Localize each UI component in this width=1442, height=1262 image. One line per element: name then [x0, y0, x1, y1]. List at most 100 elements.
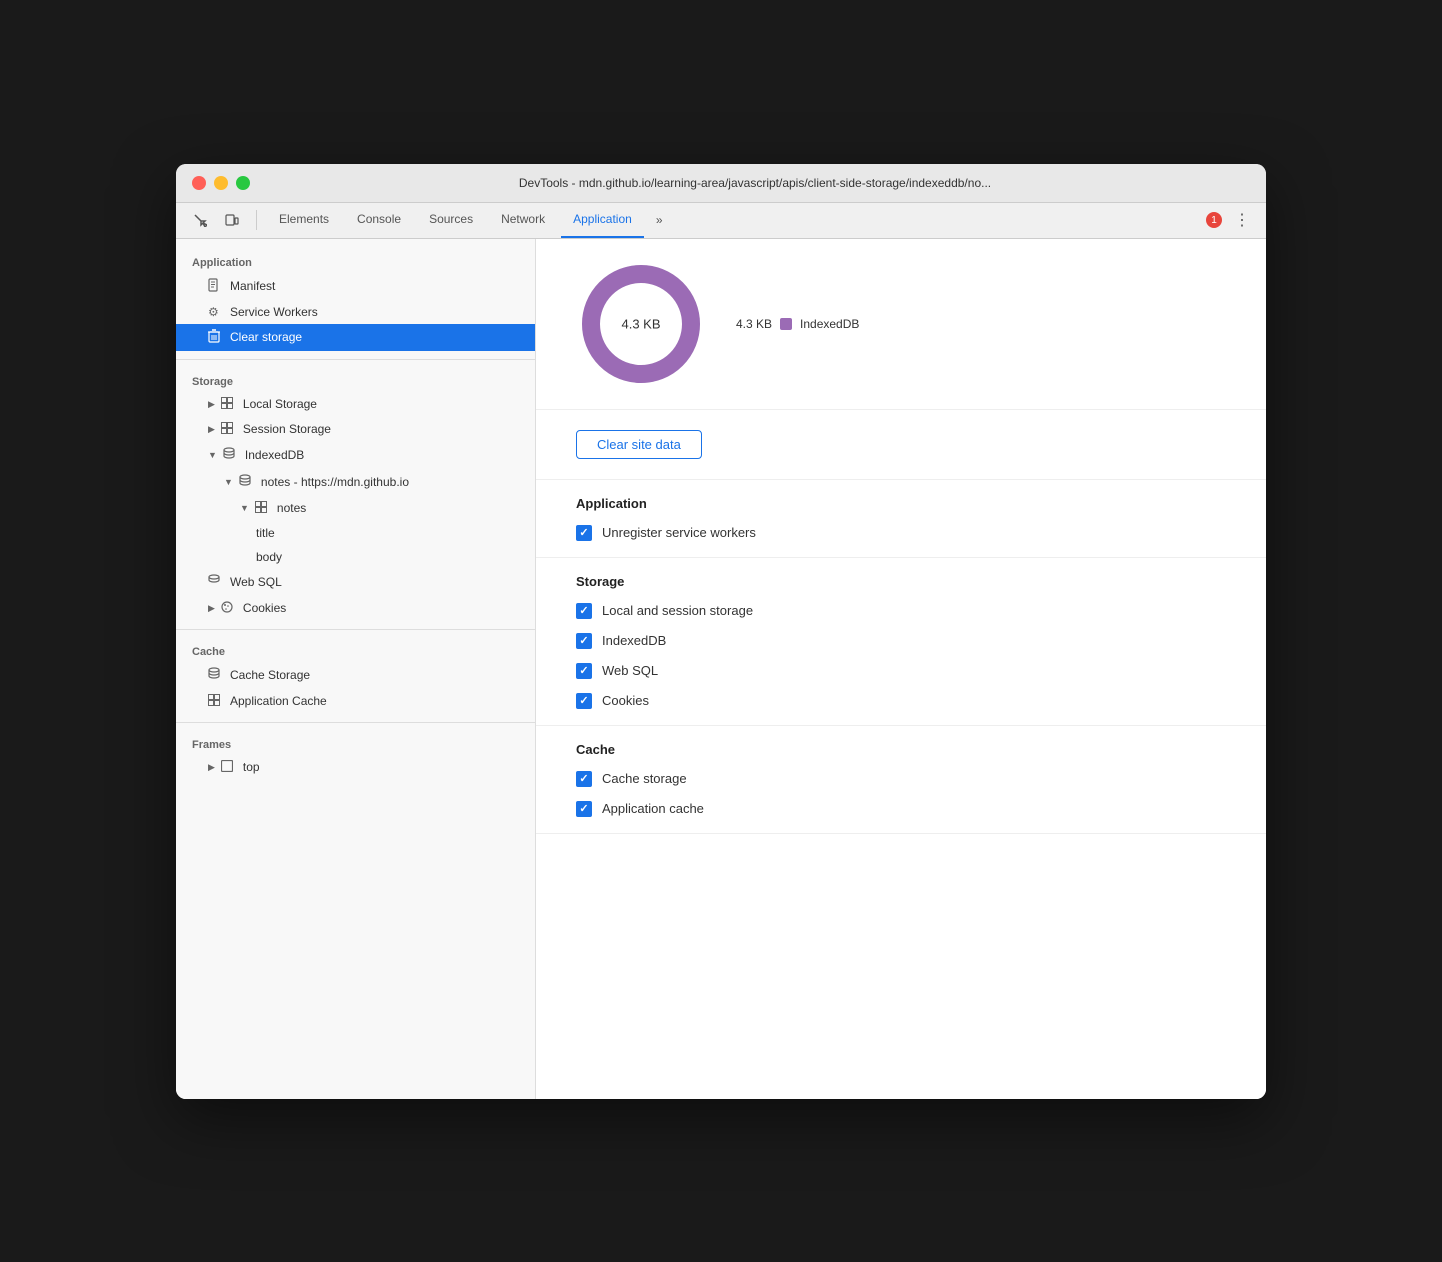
- sidebar: Application Manifest ⚙ Service Workers C…: [176, 239, 536, 1099]
- service-workers-label: Service Workers: [230, 305, 318, 319]
- sidebar-item-title-field[interactable]: title: [176, 521, 535, 545]
- title-bar: DevTools - mdn.github.io/learning-area/j…: [176, 164, 1266, 203]
- checkbox-indexeddb[interactable]: IndexedDB: [576, 633, 1226, 649]
- chevron-right-icon: ▶: [208, 762, 215, 773]
- checkbox-web-sql-input[interactable]: [576, 663, 592, 679]
- divider-2: [176, 629, 535, 630]
- chevron-right-icon: ▶: [208, 424, 215, 435]
- sidebar-item-clear-storage[interactable]: Clear storage: [176, 324, 535, 351]
- sidebar-item-local-storage[interactable]: ▶ Local Storage: [176, 392, 535, 417]
- main-content: Application Manifest ⚙ Service Workers C…: [176, 239, 1266, 1099]
- checkbox-unregister-sw-label: Unregister service workers: [602, 525, 756, 540]
- sidebar-item-web-sql[interactable]: Web SQL: [176, 569, 535, 596]
- sidebar-item-indexeddb[interactable]: ▼ IndexedDB: [176, 442, 535, 469]
- sidebar-item-manifest[interactable]: Manifest: [176, 273, 535, 300]
- minimize-button[interactable]: [214, 176, 228, 190]
- checkbox-app-cache[interactable]: Application cache: [576, 801, 1226, 817]
- checkbox-local-session-label: Local and session storage: [602, 603, 753, 618]
- sidebar-section-frames: Frames: [176, 731, 535, 755]
- db-icon: [223, 447, 239, 464]
- tab-sources[interactable]: Sources: [417, 202, 485, 238]
- checkbox-cookies-input[interactable]: [576, 693, 592, 709]
- checkbox-indexeddb-label: IndexedDB: [602, 633, 666, 648]
- tab-elements[interactable]: Elements: [267, 202, 341, 238]
- sidebar-section-storage: Storage: [176, 368, 535, 392]
- manifest-label: Manifest: [230, 279, 275, 293]
- checkbox-web-sql-label: Web SQL: [602, 663, 658, 678]
- chevron-right-icon: ▶: [208, 399, 215, 410]
- divider-1: [176, 359, 535, 360]
- close-button[interactable]: [192, 176, 206, 190]
- indexeddb-label: IndexedDB: [245, 448, 304, 462]
- chart-area: 4.3 KB 4.3 KB IndexedDB: [536, 239, 1266, 410]
- checkbox-cache-storage-label: Cache storage: [602, 771, 687, 786]
- session-storage-label: Session Storage: [243, 422, 331, 436]
- app-cache-label: Application Cache: [230, 694, 327, 708]
- sidebar-item-body-field[interactable]: body: [176, 545, 535, 569]
- sidebar-section-application: Application: [176, 249, 535, 273]
- main-panel: 4.3 KB 4.3 KB IndexedDB Clear site data …: [536, 239, 1266, 1099]
- checkbox-indexeddb-input[interactable]: [576, 633, 592, 649]
- sidebar-item-service-workers[interactable]: ⚙ Service Workers: [176, 300, 535, 324]
- db-icon: [208, 574, 224, 591]
- clear-storage-label: Clear storage: [230, 330, 302, 344]
- more-tabs[interactable]: »: [648, 209, 671, 231]
- section-title-application: Application: [576, 496, 1226, 511]
- checkbox-unregister-sw[interactable]: Unregister service workers: [576, 525, 1226, 541]
- section-title-cache: Cache: [576, 742, 1226, 757]
- sidebar-item-top-frame[interactable]: ▶ top: [176, 755, 535, 780]
- checkbox-web-sql[interactable]: Web SQL: [576, 663, 1226, 679]
- clear-site-data-button[interactable]: Clear site data: [576, 430, 702, 459]
- local-storage-label: Local Storage: [243, 397, 317, 411]
- checkbox-cache-storage-input[interactable]: [576, 771, 592, 787]
- frame-icon: [221, 760, 237, 775]
- legend-label-indexeddb: IndexedDB: [800, 317, 859, 331]
- checkbox-unregister-sw-input[interactable]: [576, 525, 592, 541]
- clear-site-data-area: Clear site data: [536, 410, 1266, 480]
- checkbox-app-cache-input[interactable]: [576, 801, 592, 817]
- window-title: DevTools - mdn.github.io/learning-area/j…: [260, 176, 1250, 190]
- cache-storage-label: Cache Storage: [230, 668, 310, 682]
- checkbox-local-session-storage[interactable]: Local and session storage: [576, 603, 1226, 619]
- checkbox-app-cache-label: Application cache: [602, 801, 704, 816]
- sidebar-section-cache: Cache: [176, 638, 535, 662]
- checkbox-cache-storage[interactable]: Cache storage: [576, 771, 1226, 787]
- chevron-down-icon: ▼: [208, 450, 217, 460]
- checkbox-local-session-input[interactable]: [576, 603, 592, 619]
- sidebar-item-cookies[interactable]: ▶ Cookies: [176, 596, 535, 621]
- maximize-button[interactable]: [236, 176, 250, 190]
- document-icon: [208, 278, 224, 295]
- tab-application[interactable]: Application: [561, 202, 644, 238]
- title-field-label: title: [256, 526, 275, 540]
- trash-icon: [208, 329, 224, 346]
- donut-chart: 4.3 KB: [576, 259, 706, 389]
- sidebar-item-notes-table[interactable]: ▼ notes: [176, 496, 535, 521]
- legend-color-indexeddb: [780, 318, 792, 330]
- toolbar: Elements Console Sources Network Applica…: [176, 203, 1266, 239]
- legend-item-indexeddb: 4.3 KB IndexedDB: [736, 317, 859, 331]
- device-icon[interactable]: [218, 206, 246, 234]
- inspect-icon[interactable]: [186, 206, 214, 234]
- checkbox-cookies[interactable]: Cookies: [576, 693, 1226, 709]
- chevron-down-icon: ▼: [224, 477, 233, 487]
- sidebar-item-cache-storage[interactable]: Cache Storage: [176, 662, 535, 689]
- tab-console[interactable]: Console: [345, 202, 413, 238]
- grid-icon: [255, 501, 271, 516]
- panel-section-application: Application Unregister service workers: [536, 480, 1266, 558]
- gear-icon: ⚙: [208, 305, 224, 319]
- sidebar-item-notes-db[interactable]: ▼ notes - https://mdn.github.io: [176, 469, 535, 496]
- body-field-label: body: [256, 550, 282, 564]
- notes-table-label: notes: [277, 501, 306, 515]
- sidebar-item-app-cache[interactable]: Application Cache: [176, 689, 535, 714]
- section-title-storage: Storage: [576, 574, 1226, 589]
- error-badge[interactable]: 1: [1206, 212, 1222, 228]
- cookie-icon: [221, 601, 237, 616]
- sidebar-item-session-storage[interactable]: ▶ Session Storage: [176, 417, 535, 442]
- panel-section-storage: Storage Local and session storage Indexe…: [536, 558, 1266, 726]
- grid-icon: [221, 397, 237, 412]
- chart-legend: 4.3 KB IndexedDB: [736, 317, 859, 331]
- tab-network[interactable]: Network: [489, 202, 557, 238]
- db-icon: [239, 474, 255, 491]
- toolbar-right: 1 ⋮: [1206, 206, 1256, 234]
- menu-icon[interactable]: ⋮: [1228, 206, 1256, 234]
